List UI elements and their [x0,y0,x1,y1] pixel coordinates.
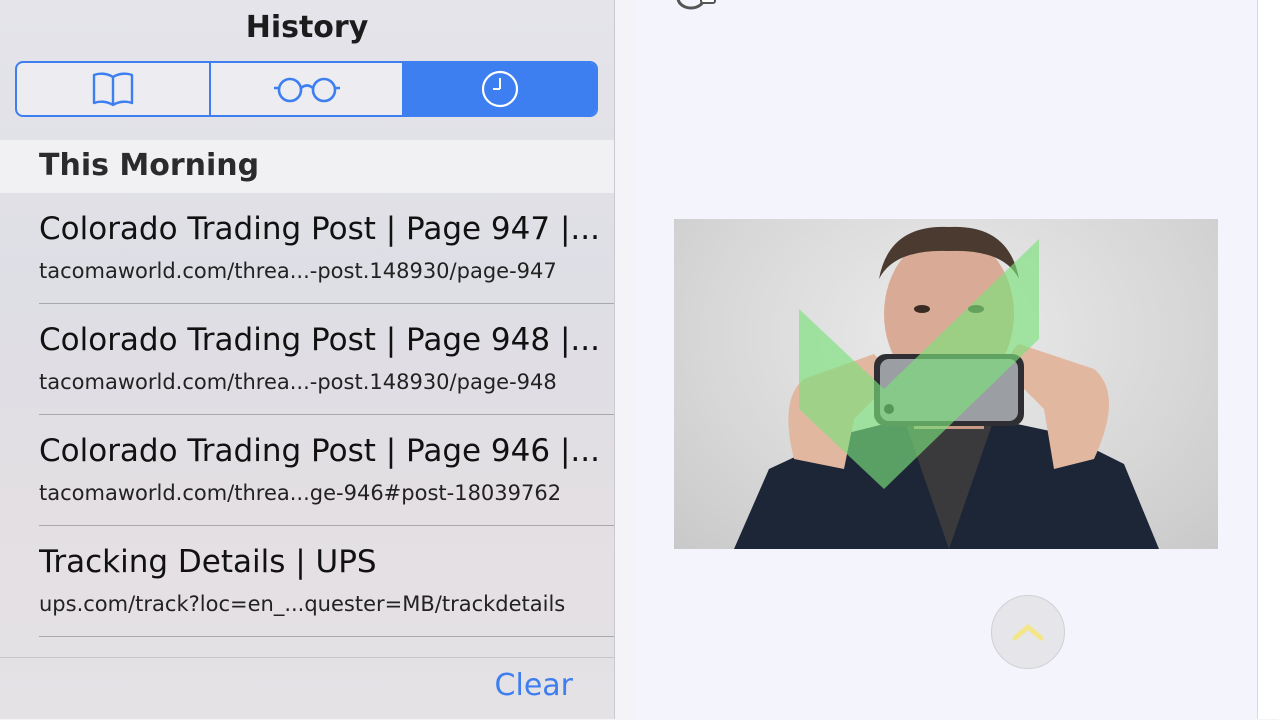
history-item-url: tacomaworld.com/threa...-post.148930/pag… [39,370,557,394]
page-edge [1257,0,1279,719]
web-page-content [635,0,1257,719]
history-item[interactable]: Colorado Trading Post | Page 948 |... ta… [0,304,614,415]
clock-icon [482,70,519,108]
site-logo-icon [676,0,716,10]
history-item-url: tacomaworld.com/threa...ge-946#post-1803… [39,481,562,505]
chevron-up-icon [1012,624,1044,641]
book-icon [92,72,134,107]
person-holding-phone-image [734,226,1159,549]
history-item-title: Colorado Trading Post | Page 947 |... [39,211,599,247]
sidebar-segmented-control [15,61,598,117]
article-image [674,219,1218,549]
sidebar-footer: Clear [0,657,614,720]
history-item[interactable]: Colorado Trading Post | Page 946 |... ta… [0,415,614,526]
history-item-title: Colorado Trading Post | Page 946 |... [39,433,599,469]
sidebar-title: History [245,10,369,45]
tab-history[interactable] [404,63,596,115]
history-sidebar: History This Morning Colorado Trading Po… [0,0,615,719]
history-item-title: Tracking Details | UPS [39,544,377,580]
clear-button[interactable]: Clear [495,668,573,703]
history-item[interactable]: Colorado Trading Post | Page 947 |... ta… [0,193,614,304]
tab-reading-list[interactable] [211,63,405,115]
tab-bookmarks[interactable] [17,63,211,115]
scroll-to-top-button[interactable] [991,595,1065,669]
section-header-label: This Morning [39,148,260,183]
history-item-url: tacomaworld.com/threa...-post.148930/pag… [39,259,557,283]
history-item-url: ups.com/track?loc=en_...quester=MB/track… [39,592,566,616]
history-list: Colorado Trading Post | Page 947 |... ta… [0,193,614,637]
history-item-title: Colorado Trading Post | Page 948 |... [39,322,599,358]
glasses-icon [273,77,340,103]
section-header: This Morning [0,140,614,193]
divider [39,636,614,637]
history-item[interactable]: Tracking Details | UPS ups.com/track?loc… [0,526,614,637]
